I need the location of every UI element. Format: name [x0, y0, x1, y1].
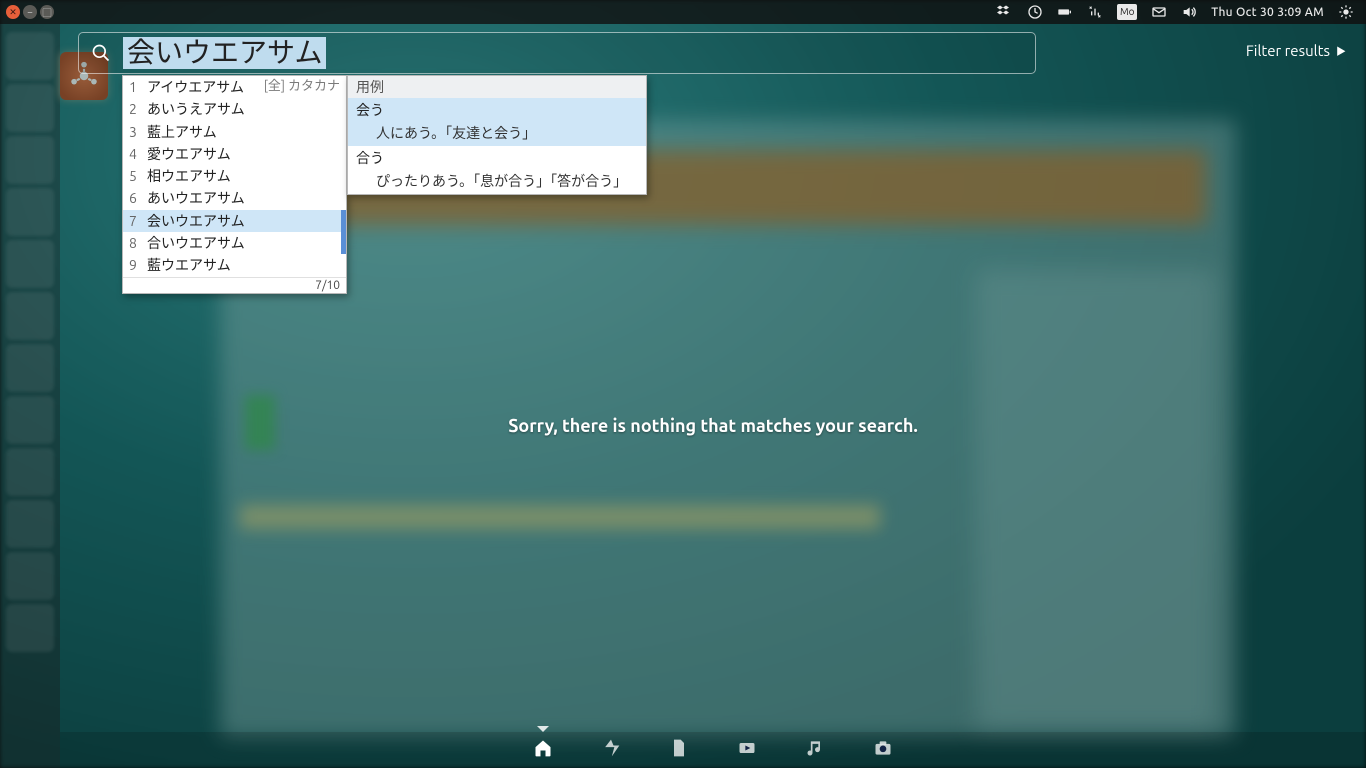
- ime-candidate-number: 2: [129, 99, 147, 119]
- ime-scroll-thumb[interactable]: [341, 210, 346, 232]
- window-controls: ✕ – ▢: [0, 5, 60, 19]
- clock[interactable]: Thu Oct 30 3:09 AM: [1211, 6, 1324, 19]
- lens-files[interactable]: [669, 738, 689, 762]
- launcher-trash[interactable]: [6, 552, 54, 600]
- ime-candidate-panel: 1アイウエアサム[全] カタカナ2あいうえアサム3藍上アサム4愛ウエアサム5相ウ…: [122, 75, 347, 294]
- sync-icon[interactable]: [1027, 4, 1043, 20]
- ime-candidate-text: 会いウエアサム: [147, 211, 340, 231]
- dash-search[interactable]: 会いウエアサム: [78, 32, 1036, 74]
- ime-example-sentence: 人にあう。「友達と会う」: [348, 122, 646, 146]
- launcher-writer[interactable]: [6, 136, 54, 184]
- keyboard-indicator[interactable]: Mo: [1117, 4, 1137, 20]
- ime-candidate[interactable]: 7会いウエアサム: [123, 210, 346, 232]
- ime-candidate-number: 3: [129, 122, 147, 142]
- ime-candidate-text: あいうえアサム: [147, 99, 340, 119]
- ime-page-indicator: 7/10: [123, 277, 346, 293]
- launcher-settings[interactable]: [6, 292, 54, 340]
- ime-candidate[interactable]: 3藍上アサム: [123, 121, 346, 143]
- ime-candidate-number: 1: [129, 77, 147, 97]
- ime-example-word[interactable]: 合う: [348, 146, 646, 170]
- messages-icon[interactable]: [1151, 4, 1167, 20]
- top-panel: ✕ – ▢ Mo Thu Oct 30 3:09 AM: [0, 0, 1366, 24]
- lens-bar: [60, 732, 1366, 768]
- launcher: [0, 24, 60, 768]
- search-input-text[interactable]: 会いウエアサム: [123, 37, 326, 69]
- lens-applications[interactable]: [601, 738, 621, 762]
- launcher-software[interactable]: [6, 500, 54, 548]
- battery-icon[interactable]: [1057, 4, 1073, 20]
- lens-music[interactable]: [805, 738, 825, 762]
- ime-candidate[interactable]: 2あいうえアサム: [123, 98, 346, 120]
- ime-candidate-number: 4: [129, 144, 147, 164]
- ime-candidate-text: アイウエアサム: [147, 77, 264, 97]
- ime-candidate-number: 7: [129, 211, 147, 231]
- ime-example-header: 用例: [348, 76, 646, 98]
- network-icon[interactable]: [1087, 4, 1103, 20]
- ime-candidate-text: 相ウエアサム: [147, 166, 340, 186]
- launcher-impress[interactable]: [6, 240, 54, 288]
- lens-video[interactable]: [737, 738, 757, 762]
- ime-candidate-text: 愛ウエアサム: [147, 144, 340, 164]
- dropbox-icon[interactable]: [997, 4, 1013, 20]
- launcher-terminal[interactable]: [6, 448, 54, 496]
- ime-mode-hint: [全] カタカナ: [264, 77, 340, 97]
- session-icon[interactable]: [1338, 4, 1354, 20]
- ime-example-panel: 用例 会う人にあう。「友達と会う」合うぴったりあう。「息が合う」「答が合う」: [347, 75, 647, 195]
- indicator-area: Mo Thu Oct 30 3:09 AM: [997, 4, 1366, 20]
- ime-candidate[interactable]: 9藍ウエアサム: [123, 254, 346, 276]
- filter-label: Filter results: [1246, 42, 1330, 59]
- search-icon: [79, 43, 123, 63]
- ime-candidate-text: あいウエアサム: [147, 188, 340, 208]
- ime-candidate-number: 6: [129, 188, 147, 208]
- lens-photos[interactable]: [873, 738, 893, 762]
- ime-candidate-number: 9: [129, 255, 147, 275]
- launcher-security[interactable]: [6, 344, 54, 392]
- launcher-calc[interactable]: [6, 188, 54, 236]
- ime-candidate-number: 8: [129, 233, 147, 253]
- ime-candidate-text: 藍ウエアサム: [147, 255, 340, 275]
- launcher-dev[interactable]: [6, 604, 54, 652]
- launcher-web[interactable]: [6, 84, 54, 132]
- ime-scroll-thumb[interactable]: [341, 232, 346, 254]
- lens-home[interactable]: [533, 738, 553, 762]
- sound-icon[interactable]: [1181, 4, 1197, 20]
- window-minimize-button[interactable]: –: [23, 5, 37, 19]
- ime-example-word[interactable]: 会う: [348, 98, 646, 122]
- ime-candidate-text: 藍上アサム: [147, 122, 340, 142]
- window-maximize-button[interactable]: ▢: [40, 5, 54, 19]
- ime-candidate[interactable]: 8合いウエアサム: [123, 232, 346, 254]
- ime-example-sentence: ぴったりあう。「息が合う」「答が合う」: [348, 170, 646, 194]
- no-results-message: Sorry, there is nothing that matches you…: [508, 416, 918, 436]
- ime-candidate-text: 合いウエアサム: [147, 233, 340, 253]
- ime-candidate-number: 5: [129, 166, 147, 186]
- launcher-firefox[interactable]: [6, 396, 54, 444]
- ime-candidate[interactable]: 1アイウエアサム[全] カタカナ: [123, 76, 346, 98]
- window-close-button[interactable]: ✕: [6, 5, 20, 19]
- ime-candidate[interactable]: 6あいウエアサム: [123, 187, 346, 209]
- ime-candidate[interactable]: 5相ウエアサム: [123, 165, 346, 187]
- ime-candidate[interactable]: 4愛ウエアサム: [123, 143, 346, 165]
- launcher-files[interactable]: [6, 32, 54, 80]
- filter-results-button[interactable]: Filter results ▶: [1246, 42, 1346, 59]
- chevron-right-icon: ▶: [1336, 43, 1346, 58]
